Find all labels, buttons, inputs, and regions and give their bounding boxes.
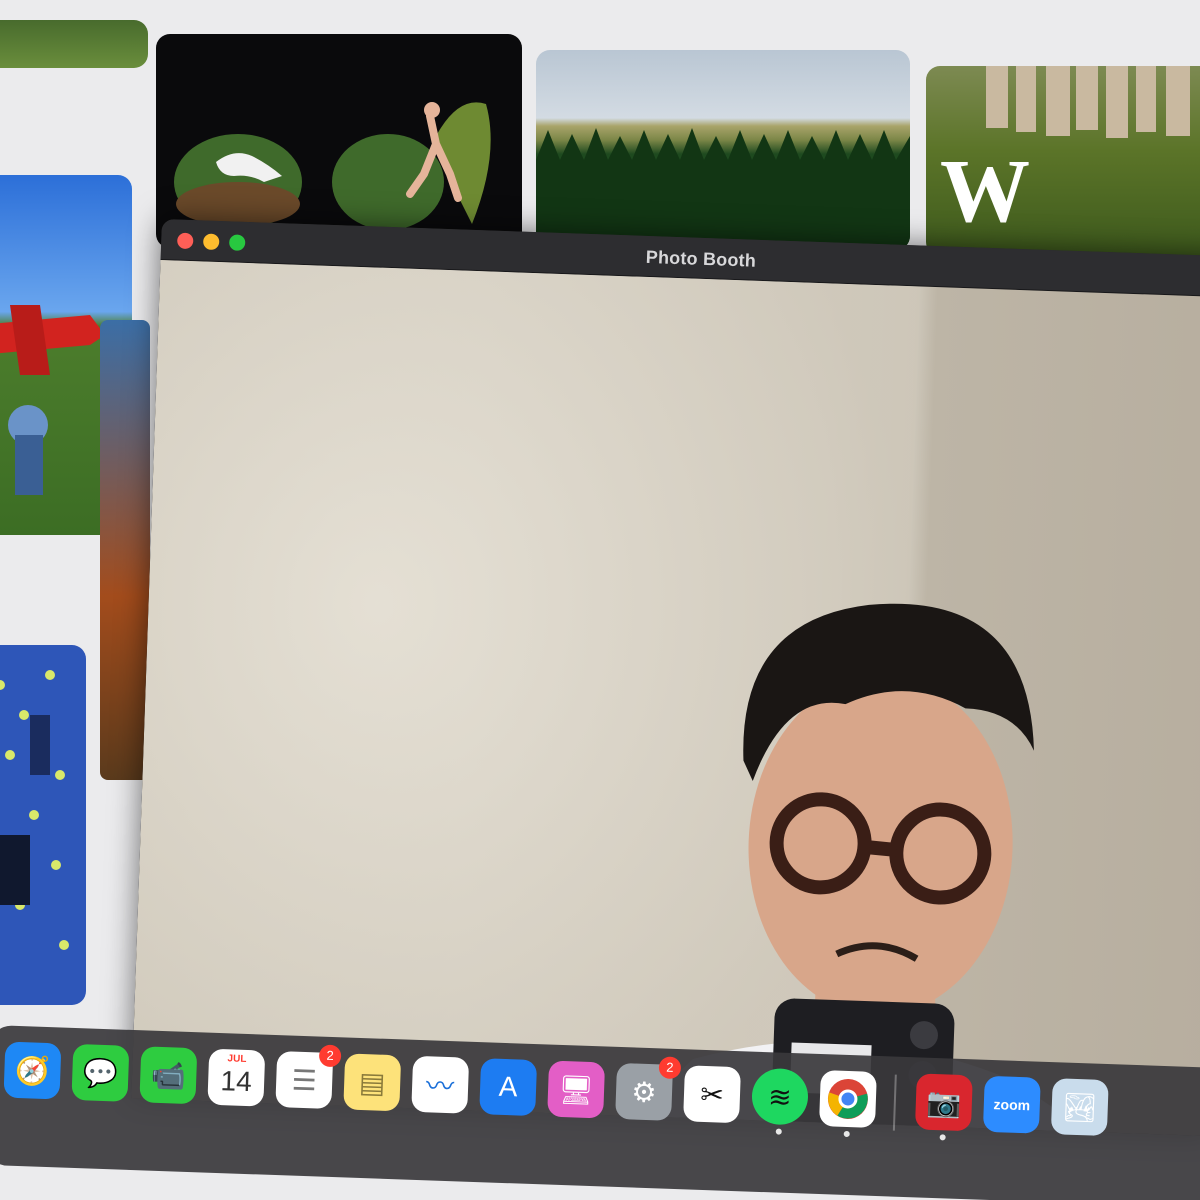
- spotify-glyph-icon: ≋: [767, 1080, 793, 1113]
- zoom-label: zoom: [993, 1096, 1031, 1114]
- video-camera-icon: 📹: [150, 1059, 187, 1092]
- settings-badge: 2: [658, 1056, 682, 1080]
- notepad-icon: ▤: [358, 1066, 386, 1099]
- photo-booth-window[interactable]: Photo Booth: [131, 219, 1200, 1137]
- spotify-icon[interactable]: ≋: [751, 1067, 809, 1135]
- binocular-illustration[interactable]: [156, 34, 522, 248]
- photo-booth-icon[interactable]: 📷: [914, 1073, 973, 1141]
- freeform-icon[interactable]: 〰: [411, 1055, 470, 1114]
- reminders-icon[interactable]: ☰ 2: [275, 1044, 342, 1109]
- system-settings-icon[interactable]: ⚙ 2: [615, 1056, 682, 1121]
- calendar-month: JUL: [227, 1053, 247, 1065]
- people-silhouettes: [986, 66, 1190, 138]
- facetime-icon[interactable]: 📹: [139, 1046, 198, 1105]
- app-store-glyph-icon: A: [498, 1070, 519, 1103]
- capcut-icon[interactable]: ✂: [683, 1065, 741, 1124]
- capcut-glyph-icon: ✂: [699, 1078, 725, 1111]
- app-store-icon[interactable]: A: [479, 1058, 538, 1117]
- speech-bubble-icon: 💬: [82, 1056, 119, 1089]
- forest-art: [536, 128, 910, 250]
- running-indicator: [939, 1134, 946, 1141]
- photo-booth-glyph-icon: 📷: [925, 1086, 962, 1119]
- camera-subject: [131, 259, 1091, 1137]
- binocular-illustration-art: [174, 102, 491, 230]
- fashion-photo[interactable]: W: [926, 66, 1200, 256]
- running-indicator: [775, 1128, 782, 1135]
- magazine-logo: W: [940, 142, 1030, 241]
- monitor-icon: 🖥: [557, 1073, 595, 1106]
- list-icon: ☰: [291, 1064, 318, 1096]
- preview-icon[interactable]: 🏞: [1050, 1078, 1109, 1137]
- messages-icon[interactable]: 💬: [71, 1043, 130, 1102]
- compass-icon: 🧭: [14, 1054, 51, 1087]
- tennis-photo[interactable]: [0, 645, 86, 1005]
- calendar-day: 14: [220, 1065, 253, 1098]
- dock-separator: [892, 1074, 897, 1131]
- photo-icon: 🏞: [1061, 1090, 1099, 1124]
- notes-icon[interactable]: ▤: [343, 1053, 402, 1112]
- chrome-logo-icon: [827, 1078, 868, 1119]
- desktop: W Photo Booth 🧭 💬 📹 JUL 14 ☰ 2 ▤ 〰 A 🖥 ⚙…: [0, 0, 1200, 1200]
- grass-photo[interactable]: [0, 20, 148, 68]
- screen-sharing-icon[interactable]: 🖥: [547, 1060, 606, 1119]
- camera-preview: [131, 259, 1200, 1137]
- scribble-icon: 〰: [425, 1070, 455, 1103]
- strip-photo[interactable]: [100, 320, 150, 780]
- gear-icon: ⚙: [630, 1075, 658, 1108]
- zoom-icon[interactable]: zoom: [982, 1075, 1041, 1134]
- calendar-icon[interactable]: JUL 14: [207, 1048, 266, 1107]
- safari-icon[interactable]: 🧭: [3, 1041, 62, 1100]
- tennis-art: [0, 670, 69, 950]
- reminders-badge: 2: [318, 1044, 342, 1068]
- forest-photo[interactable]: [536, 50, 910, 250]
- running-indicator: [843, 1130, 850, 1138]
- chrome-icon[interactable]: [818, 1070, 877, 1138]
